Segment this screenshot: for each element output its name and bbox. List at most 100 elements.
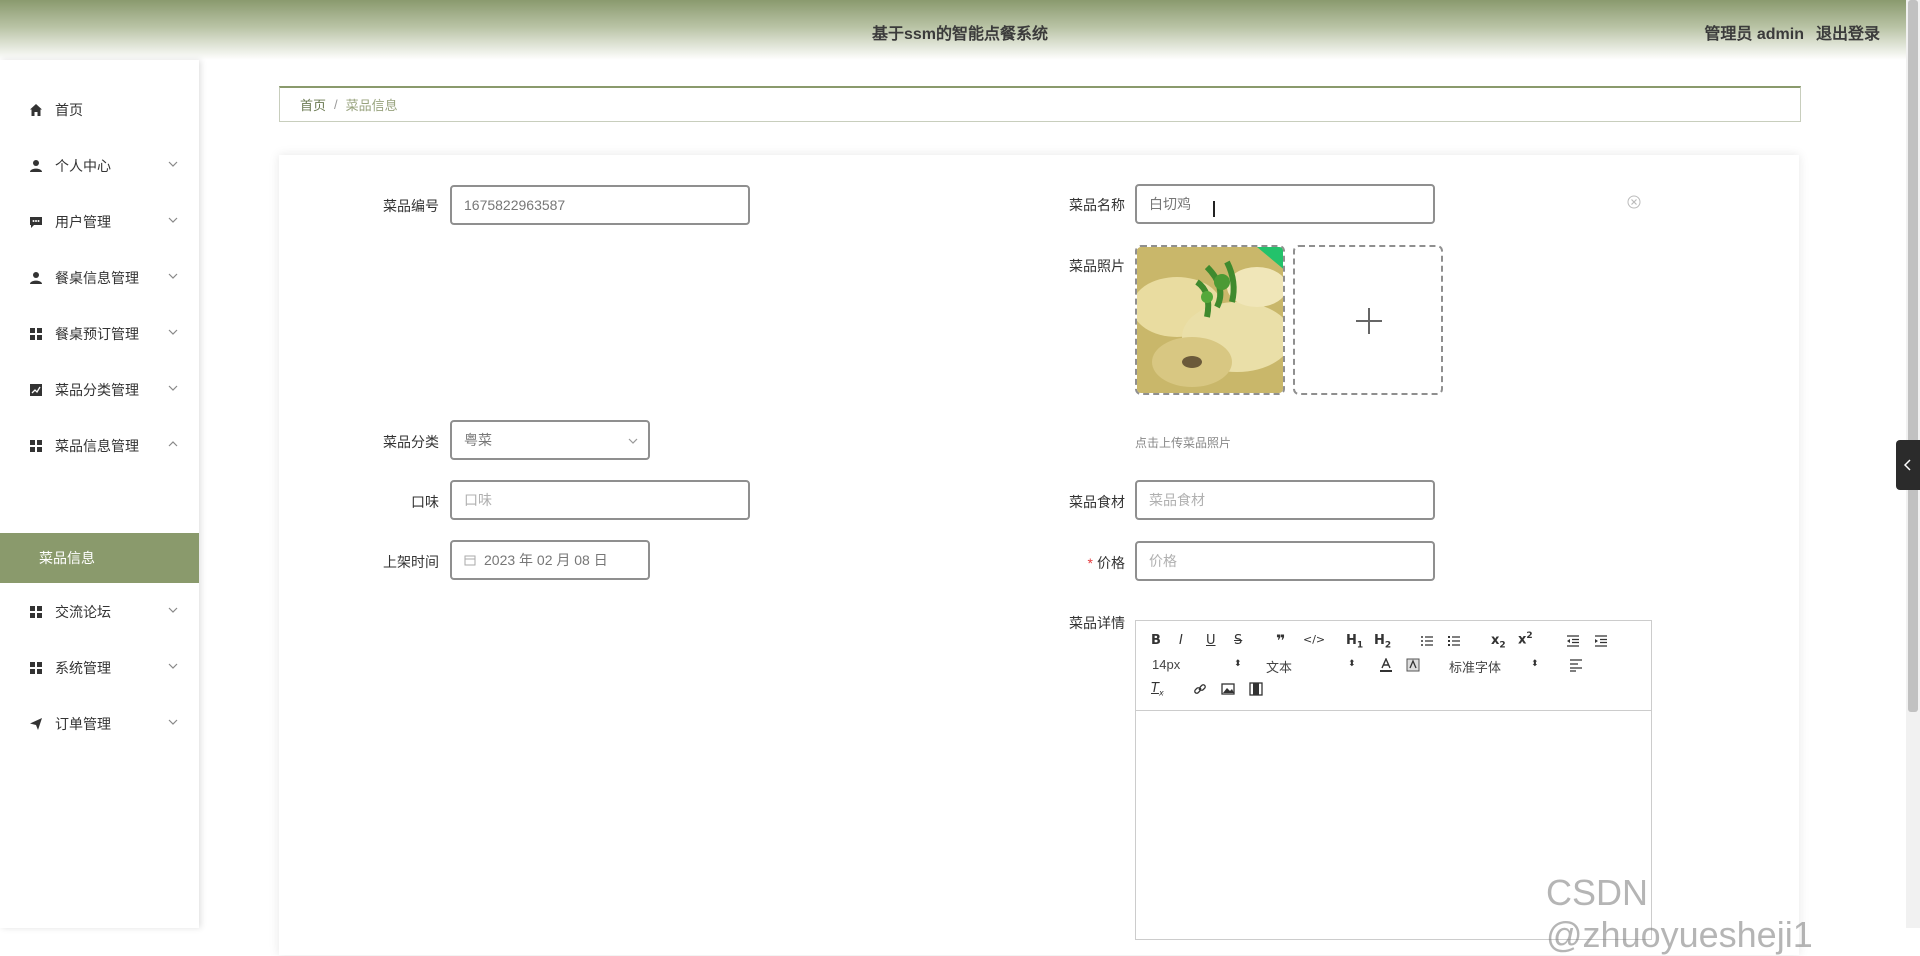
user-area: 管理员 admin 退出登录 bbox=[1704, 20, 1880, 44]
font-color-icon[interactable] bbox=[1379, 658, 1393, 672]
user-icon bbox=[30, 272, 42, 284]
ordered-list-icon[interactable] bbox=[1420, 634, 1434, 648]
chevron-down-icon bbox=[168, 217, 178, 223]
strike-button[interactable]: S bbox=[1234, 633, 1242, 648]
grid-icon bbox=[30, 440, 42, 452]
category-select[interactable]: 粤菜 bbox=[450, 420, 650, 460]
dish-no-label: 菜品编号 bbox=[383, 198, 439, 214]
chart-icon bbox=[30, 384, 42, 396]
dish-name-input[interactable]: 白切鸡 bbox=[1135, 184, 1435, 224]
sidebar-item-profile[interactable]: 个人中心 bbox=[0, 146, 199, 186]
price-input[interactable]: 价格 bbox=[1135, 541, 1435, 581]
ingredients-label: 菜品食材 bbox=[1069, 494, 1125, 510]
image-icon[interactable] bbox=[1221, 682, 1235, 696]
plus-icon bbox=[1356, 308, 1382, 334]
clear-icon[interactable] bbox=[1627, 195, 1641, 209]
price-label: * 价格 bbox=[1025, 553, 1125, 573]
sidebar-item-home[interactable]: 首页 bbox=[0, 90, 199, 130]
sidebar-item-label: 订单管理 bbox=[55, 716, 111, 732]
editor-toolbar: B I U S ❞ </> H1 H2 x2 x2 14px ⬍ 文本 ⬍ 标准… bbox=[1136, 621, 1651, 711]
clear-format-button[interactable]: Tx bbox=[1151, 681, 1164, 698]
sidebar-item-dish-info[interactable]: 菜品信息管理 bbox=[0, 426, 199, 466]
link-icon[interactable] bbox=[1193, 682, 1207, 696]
grid-icon bbox=[30, 662, 42, 674]
home-icon bbox=[30, 104, 42, 116]
text-style-select[interactable]: 文本 ⬍ bbox=[1266, 657, 1356, 676]
price-label-text: 价格 bbox=[1097, 555, 1125, 571]
side-panel-toggle[interactable] bbox=[1896, 440, 1920, 490]
select-arrows-icon: ⬍ bbox=[1234, 658, 1242, 668]
dish-photo-thumbnail[interactable] bbox=[1135, 245, 1285, 395]
sidebar-item-label: 餐桌信息管理 bbox=[55, 270, 139, 286]
ingredients-input[interactable]: 菜品食材 bbox=[1135, 480, 1435, 520]
sidebar-item-table-info[interactable]: 餐桌信息管理 bbox=[0, 258, 199, 298]
app-title: 基于ssm的智能点餐系统 bbox=[871, 26, 1049, 43]
chevron-up-icon bbox=[168, 441, 178, 447]
breadcrumb-home[interactable]: 首页 bbox=[300, 95, 326, 114]
chevron-down-icon bbox=[168, 273, 178, 279]
sidebar-subitem-label: 菜品信息 bbox=[39, 550, 95, 566]
superscript-button[interactable]: x2 bbox=[1518, 631, 1533, 647]
text-cursor bbox=[1213, 201, 1215, 217]
category-label: 菜品分类 bbox=[383, 434, 439, 450]
chevron-down-icon bbox=[168, 607, 178, 613]
breadcrumb: 首页 / 菜品信息 bbox=[279, 86, 1801, 122]
bullet-list-icon[interactable] bbox=[1447, 634, 1461, 648]
indent-icon[interactable] bbox=[1594, 634, 1608, 648]
sidebar-item-label: 系统管理 bbox=[55, 660, 111, 676]
taste-label: 口味 bbox=[411, 494, 439, 510]
logout-link[interactable]: 退出登录 bbox=[1816, 20, 1880, 44]
grid-icon bbox=[30, 328, 42, 340]
dish-no-field[interactable]: 1675822963587 bbox=[450, 185, 750, 225]
current-user: 管理员 admin bbox=[1704, 26, 1804, 43]
sidebar-subitem-dish-info[interactable]: 菜品信息 bbox=[0, 533, 199, 583]
align-icon[interactable] bbox=[1569, 658, 1583, 672]
background-color-icon[interactable] bbox=[1406, 658, 1420, 672]
scrollbar-thumb[interactable] bbox=[1908, 0, 1918, 712]
dish-name-label: 菜品名称 bbox=[1069, 197, 1125, 213]
sidebar-item-forum[interactable]: 交流论坛 bbox=[0, 592, 199, 632]
sidebar-item-label: 菜品信息管理 bbox=[55, 438, 139, 454]
user-icon bbox=[30, 160, 42, 172]
sidebar-item-label: 用户管理 bbox=[55, 214, 111, 230]
shelf-time-datepicker[interactable]: 2023 年 02 月 08 日 bbox=[450, 540, 650, 580]
sidebar-item-users[interactable]: 用户管理 bbox=[0, 202, 199, 242]
subscript-button[interactable]: x2 bbox=[1491, 633, 1506, 651]
sidebar-item-table-booking[interactable]: 餐桌预订管理 bbox=[0, 314, 199, 354]
italic-button[interactable]: I bbox=[1179, 633, 1183, 648]
sidebar: 首页 个人中心 用户管理 餐桌信息管理 餐桌预订管理 菜品分类管理 菜品信息管理… bbox=[0, 60, 199, 928]
video-icon[interactable] bbox=[1249, 682, 1263, 696]
font-size-value: 14px bbox=[1152, 657, 1181, 672]
bold-button[interactable]: B bbox=[1151, 633, 1161, 648]
upload-photo-button[interactable] bbox=[1293, 245, 1443, 395]
photo-label: 菜品照片 bbox=[1069, 258, 1125, 274]
sidebar-item-label: 首页 bbox=[55, 102, 83, 118]
category-selected-value: 粤菜 bbox=[464, 432, 492, 448]
underline-button[interactable]: U bbox=[1206, 633, 1216, 648]
font-family-select[interactable]: 标准字体 ⬍ bbox=[1449, 657, 1539, 676]
required-asterisk: * bbox=[1087, 555, 1093, 571]
h1-button[interactable]: H1 bbox=[1346, 633, 1363, 651]
sidebar-item-system[interactable]: 系统管理 bbox=[0, 648, 199, 688]
sidebar-item-dish-category[interactable]: 菜品分类管理 bbox=[0, 370, 199, 410]
sidebar-item-label: 餐桌预订管理 bbox=[55, 326, 139, 342]
upload-hint: 点击上传菜品照片 bbox=[1135, 436, 1232, 450]
shelf-time-label: 上架时间 bbox=[383, 554, 439, 570]
chevron-down-icon bbox=[628, 438, 638, 444]
chevron-left-icon bbox=[1903, 459, 1911, 471]
details-label: 菜品详情 bbox=[1069, 615, 1125, 631]
taste-input[interactable]: 口味 bbox=[450, 480, 750, 520]
font-size-select[interactable]: 14px ⬍ bbox=[1152, 657, 1242, 672]
chevron-down-icon bbox=[168, 385, 178, 391]
chevron-down-icon bbox=[168, 663, 178, 669]
chevron-down-icon bbox=[168, 719, 178, 725]
calendar-icon bbox=[464, 555, 476, 566]
sidebar-item-orders[interactable]: 订单管理 bbox=[0, 704, 199, 744]
blockquote-button[interactable]: ❞ bbox=[1276, 631, 1285, 650]
outdent-icon[interactable] bbox=[1566, 634, 1580, 648]
select-arrows-icon: ⬍ bbox=[1348, 658, 1356, 668]
breadcrumb-separator: / bbox=[334, 97, 338, 112]
code-button[interactable]: </> bbox=[1303, 633, 1325, 646]
h2-button[interactable]: H2 bbox=[1374, 633, 1391, 651]
breadcrumb-current: 菜品信息 bbox=[345, 98, 398, 113]
